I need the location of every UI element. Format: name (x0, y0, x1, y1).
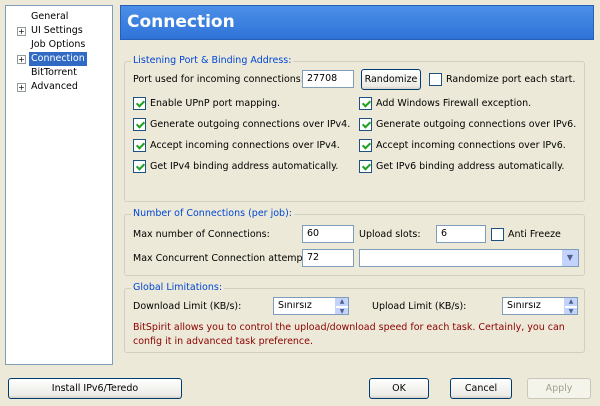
randomize-button[interactable]: Randomize (361, 69, 421, 90)
spin-up-icon[interactable]: ▲ (565, 298, 577, 306)
firewall-exception-checkbox[interactable]: Add Windows Firewall exception. (359, 97, 531, 111)
ok-button[interactable]: OK (369, 378, 429, 399)
checkbox-label: Add Windows Firewall exception. (376, 98, 532, 109)
checkbox-box[interactable] (359, 160, 372, 173)
tree-item-label: Advanced (31, 81, 78, 92)
checkbox-label: Anti Freeze (508, 229, 561, 240)
tree-item-connection[interactable]: + Connection (6, 52, 106, 66)
cancel-button[interactable]: Cancel (450, 378, 512, 399)
port-input[interactable]: 27708 (302, 70, 354, 88)
upload-limit-input[interactable]: Sınırsız ▲ ▼ (502, 297, 578, 315)
checkbox-box[interactable] (133, 97, 146, 110)
spin-up-icon[interactable]: ▲ (336, 298, 348, 306)
checkbox-box[interactable] (491, 228, 504, 241)
checkbox-box[interactable] (429, 73, 442, 86)
group-title: Global Limitations: (131, 282, 225, 293)
checkbox-label: Enable UPnP port mapping. (150, 98, 281, 109)
speed-limit-note: BitSpirit allows you to control the uplo… (133, 322, 565, 347)
tree-item-label: UI Settings (31, 25, 83, 36)
checkbox-box[interactable] (133, 160, 146, 173)
ipv4-binding-auto-checkbox[interactable]: Get IPv4 binding address automatically. (133, 160, 338, 174)
checkbox-label: Generate outgoing connections over IPv6. (376, 119, 577, 130)
download-limit-label: Download Limit (KB/s): (133, 301, 242, 312)
connection-dropdown[interactable]: ▼ (359, 249, 579, 267)
download-limit-spinner[interactable]: ▲ ▼ (335, 298, 348, 314)
outgoing-ipv6-checkbox[interactable]: Generate outgoing connections over IPv6. (359, 118, 576, 132)
checkbox-box[interactable] (359, 139, 372, 152)
checkbox-box[interactable] (133, 139, 146, 152)
tree-item-job-options[interactable]: Job Options (6, 38, 106, 52)
upload-limit-label: Upload Limit (KB/s): (372, 301, 467, 312)
port-label: Port used for incoming connections: (133, 74, 304, 85)
page-title: Connection (120, 5, 594, 40)
max-connections-label: Max number of Connections: (133, 229, 270, 240)
checkbox-label: Accept incoming connections over IPv6. (376, 140, 566, 151)
spin-down-icon[interactable]: ▼ (336, 308, 348, 314)
upnp-checkbox[interactable]: Enable UPnP port mapping. (133, 97, 280, 111)
checkbox-label: Randomize port each start. (446, 74, 576, 85)
spin-down-icon[interactable]: ▼ (565, 308, 577, 314)
download-limit-value: Sınırsız (278, 300, 312, 311)
anti-freeze-checkbox[interactable]: Anti Freeze (491, 228, 561, 242)
apply-button[interactable]: Apply (527, 378, 591, 399)
max-concurrent-input[interactable]: 72 (302, 249, 354, 267)
install-ipv6-teredo-button[interactable]: Install IPv6/Teredo (8, 378, 182, 399)
expand-icon[interactable]: + (17, 27, 26, 36)
randomize-each-start-checkbox[interactable]: Randomize port each start. (429, 73, 575, 87)
upload-limit-spinner[interactable]: ▲ ▼ (564, 298, 577, 314)
checkbox-box[interactable] (133, 118, 146, 131)
checkbox-label: Get IPv4 binding address automatically. (150, 161, 339, 172)
expand-icon[interactable]: + (17, 83, 26, 92)
outgoing-ipv4-checkbox[interactable]: Generate outgoing connections over IPv4. (133, 118, 350, 132)
upload-limit-value: Sınırsız (507, 300, 541, 311)
expand-icon[interactable]: + (17, 55, 26, 64)
upload-slots-input[interactable]: 6 (436, 225, 486, 243)
incoming-ipv6-checkbox[interactable]: Accept incoming connections over IPv6. (359, 139, 566, 153)
tree-item-label: Job Options (31, 39, 86, 50)
tree-item-label: Connection (29, 52, 87, 66)
tree-item-bittorrent[interactable]: BitTorrent (6, 66, 106, 80)
checkbox-label: Get IPv6 binding address automatically. (376, 161, 565, 172)
checkbox-box[interactable] (359, 97, 372, 110)
settings-tree: General + UI Settings Job Options + Conn… (5, 5, 113, 365)
checkbox-box[interactable] (359, 118, 372, 131)
group-title: Listening Port & Binding Address: (131, 55, 294, 66)
tree-item-label: BitTorrent (31, 67, 77, 78)
chevron-down-icon[interactable]: ▼ (562, 250, 578, 266)
checkbox-label: Generate outgoing connections over IPv4. (150, 119, 351, 130)
group-title: Number of Connections (per job): (131, 208, 294, 219)
tree-item-advanced[interactable]: + Advanced (6, 80, 106, 94)
upload-slots-label: Upload slots: (359, 229, 421, 240)
tree-item-label: General (31, 11, 69, 22)
tree-item-ui-settings[interactable]: + UI Settings (6, 24, 106, 38)
incoming-ipv4-checkbox[interactable]: Accept incoming connections over IPv4. (133, 139, 340, 153)
checkbox-label: Accept incoming connections over IPv4. (150, 140, 340, 151)
tree-item-general[interactable]: General (6, 10, 106, 24)
max-concurrent-label: Max Concurrent Connection attempt: (133, 253, 310, 264)
ipv6-binding-auto-checkbox[interactable]: Get IPv6 binding address automatically. (359, 160, 564, 174)
download-limit-input[interactable]: Sınırsız ▲ ▼ (273, 297, 349, 315)
max-connections-input[interactable]: 60 (302, 225, 354, 243)
